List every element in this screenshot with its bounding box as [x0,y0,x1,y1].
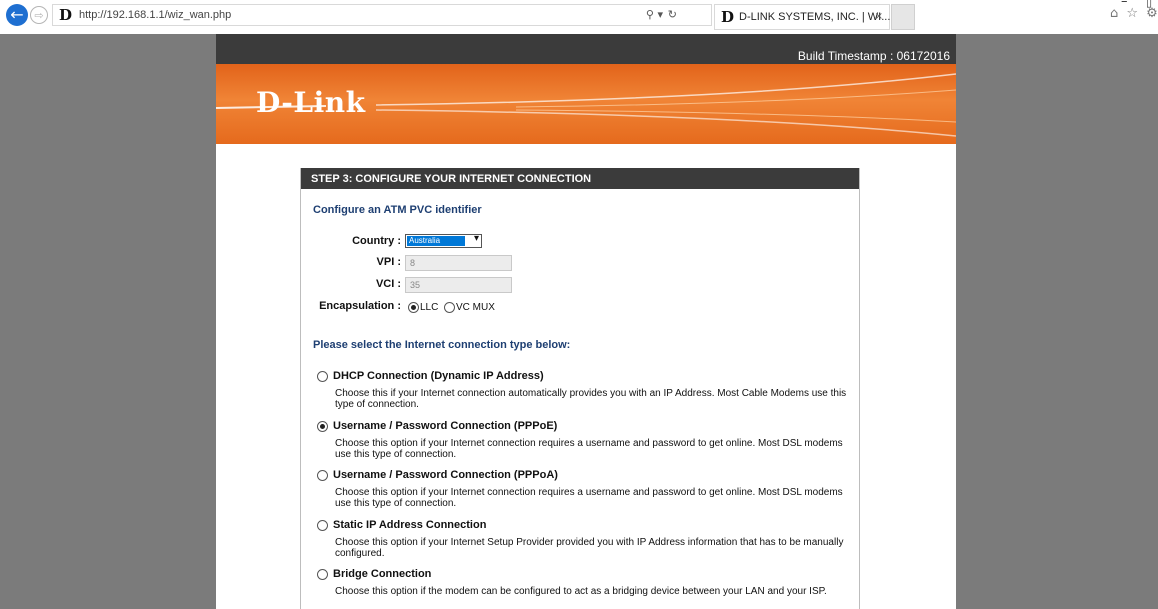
back-button[interactable]: ← [6,4,28,26]
browser-tab[interactable]: D D-LINK SYSTEMS, INC. | WI... × [714,4,890,30]
dhcp-radio[interactable] [317,371,328,382]
vci-label: VCI : [375,278,401,290]
country-select[interactable]: Australia ▾ [405,233,482,248]
chevron-down-icon: ▾ [473,233,479,244]
pppoe-option-title: Username / Password Connection (PPPoE) [333,420,558,432]
dlink-logo: D-Link [256,86,366,119]
llc-label: LLC [420,302,439,313]
pppoa-option-description: Choose this option if your Internet conn… [335,487,843,509]
site-favicon-icon: D [59,6,73,24]
tab-close-icon[interactable]: × [875,5,883,29]
pppoa-radio[interactable] [317,470,328,481]
tab-title: D-LINK SYSTEMS, INC. | WI... [739,11,891,23]
tab-favicon-icon: D [721,8,735,26]
pppoa-option-title: Username / Password Connection (PPPoA) [333,469,558,481]
address-url[interactable]: http://192.168.1.1/wiz_wan.php [79,5,231,25]
bridge-radio[interactable] [317,569,328,580]
connection-type-heading: Please select the Internet connection ty… [313,339,571,351]
country-selected-value: Australia [407,236,465,246]
search-dropdown-icon[interactable]: ⚲ ▾ [646,5,663,25]
forward-arrow-icon: ⇨ [34,9,44,22]
router-page: Build Timestamp : 06172016 D-Link STEP 3… [216,34,956,609]
static-ip-option-description: Choose this option if your Internet Setu… [335,537,844,559]
top-bar: Build Timestamp : 06172016 [216,34,956,64]
browser-chrome: ← ⇨ D http://192.168.1.1/wiz_wan.php ⚲ ▾… [0,0,1158,34]
bridge-option-title: Bridge Connection [333,568,432,580]
llc-radio[interactable] [408,302,419,313]
wizard-panel: STEP 3: CONFIGURE YOUR INTERNET CONNECTI… [300,168,860,609]
static-ip-radio[interactable] [317,520,328,531]
brand-banner: D-Link [216,64,956,144]
new-tab-button[interactable] [891,4,915,30]
vpi-label: VPI : [376,256,401,268]
atm-section-heading: Configure an ATM PVC identifier [313,204,482,216]
vc-mux-radio[interactable] [444,302,455,313]
dhcp-option-description: Choose this if your Internet connection … [335,388,847,410]
country-label: Country : [352,235,401,247]
vci-input[interactable]: 35 [405,277,512,293]
static-ip-option-title: Static IP Address Connection [333,519,487,531]
refresh-icon[interactable]: ↻ [668,5,677,25]
pppoe-option-description: Choose this option if your Internet conn… [335,438,843,460]
toolbar-icons[interactable]: ⌂ ☆ ⚙ [1110,6,1158,21]
encapsulation-label: Encapsulation : [319,300,401,312]
build-timestamp: Build Timestamp : 06172016 [797,49,950,63]
vc-mux-label: VC MUX [456,302,495,313]
pppoe-radio[interactable] [317,421,328,432]
dhcp-option-title: DHCP Connection (Dynamic IP Address) [333,370,544,382]
back-arrow-icon: ← [10,5,24,24]
wizard-step-title: STEP 3: CONFIGURE YOUR INTERNET CONNECTI… [301,168,859,189]
vpi-input[interactable]: 8 [405,255,512,271]
forward-button[interactable]: ⇨ [30,6,48,24]
bridge-option-description: Choose this option if the modem can be c… [335,586,827,597]
address-bar[interactable]: D http://192.168.1.1/wiz_wan.php ⚲ ▾ ↻ [52,4,712,26]
